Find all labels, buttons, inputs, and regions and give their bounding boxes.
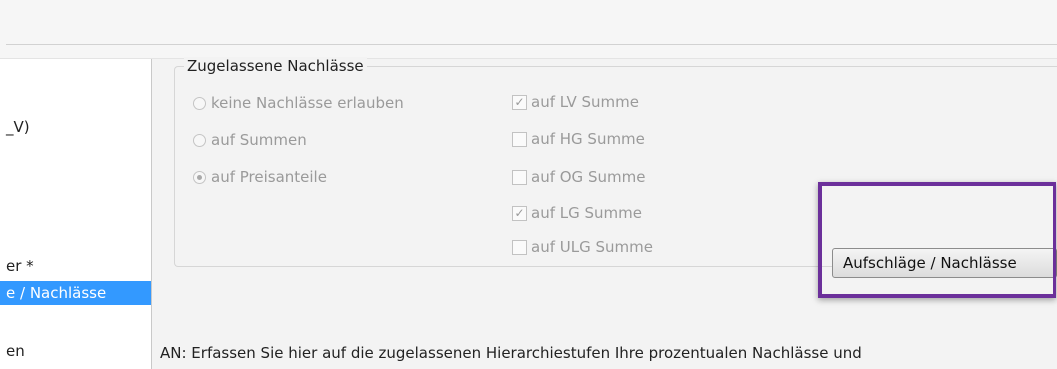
radio-circle-icon [193,133,206,147]
radio-label: keine Nachlässe erlauben [211,94,404,112]
checkmark-icon: ✓ [512,94,527,110]
checkmark-icon: ✓ [512,205,527,221]
radio-auf-summen[interactable]: auf Summen [193,131,307,149]
check-ulg-summe[interactable]: auf ULG Summe [512,238,653,256]
left-nav-item-nachlaesse-selected[interactable]: e / Nachlässe [0,281,151,305]
checkbox-empty-icon [512,239,527,255]
radio-auf-preisanteile[interactable]: auf Preisanteile [193,168,327,186]
left-nav-item-lv[interactable]: _V) [6,118,30,136]
check-label: auf HG Summe [531,130,645,148]
check-hg-summe[interactable]: auf HG Summe [512,130,645,148]
info-text: AN: Erfassen Sie hier auf die zugelassen… [160,344,862,362]
groupbox-legend: Zugelassene Nachlässe [184,57,367,75]
check-label: auf ULG Summe [531,238,653,256]
check-lg-summe[interactable]: ✓ auf LG Summe [512,204,642,222]
radio-label: auf Summen [211,131,307,149]
radio-label: auf Preisanteile [211,168,327,186]
checkbox-empty-icon [512,169,527,185]
checkbox-empty-icon [512,131,527,147]
toolbar-divider [6,44,1057,45]
check-label: auf LG Summe [531,204,642,222]
radio-selected-icon [193,170,206,184]
radio-circle-icon [193,96,206,110]
top-toolbar [0,0,1057,59]
radio-keine-nachlaesse[interactable]: keine Nachlässe erlauben [193,94,404,112]
left-nav-item-en[interactable]: en [6,342,25,360]
check-label: auf OG Summe [531,168,646,186]
highlight-box [818,182,1056,298]
check-label: auf LV Summe [531,93,639,111]
left-nav-item-required[interactable]: er * [6,257,34,275]
check-lv-summe[interactable]: ✓ auf LV Summe [512,93,639,111]
check-og-summe[interactable]: auf OG Summe [512,168,645,186]
left-nav-pane: _V) er * e / Nachlässe en [0,59,152,369]
